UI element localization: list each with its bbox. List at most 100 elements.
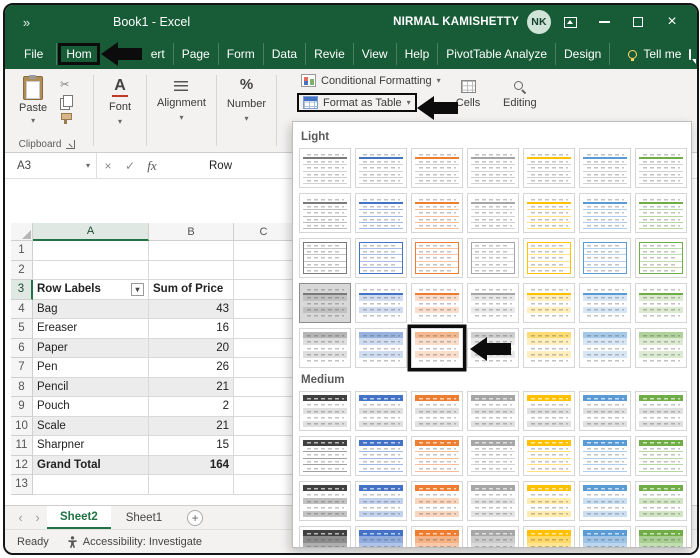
cell-b5[interactable]: 16 xyxy=(149,319,234,339)
sheet-tab-sheet2[interactable]: Sheet2 xyxy=(47,506,111,529)
accessibility-status[interactable]: Accessibility: Investigate xyxy=(67,536,202,548)
table-style-thumbnail-orange[interactable] xyxy=(411,148,463,188)
table-style-thumbnail-gray[interactable] xyxy=(467,391,519,431)
cell-b12[interactable]: 164 xyxy=(149,455,234,475)
table-style-thumbnail-blue[interactable] xyxy=(355,238,407,278)
table-style-thumbnail-green[interactable] xyxy=(635,283,687,323)
dialog-launcher-icon[interactable] xyxy=(66,140,76,149)
select-all-corner[interactable] xyxy=(11,223,33,241)
table-style-thumbnail-blue2[interactable] xyxy=(579,436,631,476)
sheet-tab-sheet1[interactable]: Sheet1 xyxy=(113,506,175,529)
table-style-thumbnail-blue2[interactable] xyxy=(579,193,631,233)
ribbon-tab-data[interactable]: Data xyxy=(264,43,307,65)
quick-access-toolbar-icon[interactable]: » xyxy=(15,15,39,30)
column-header-b[interactable]: B xyxy=(149,223,234,241)
filter-dropdown-button[interactable]: ▾ xyxy=(131,282,144,296)
cell-a1[interactable] xyxy=(33,241,149,261)
editing-group-button[interactable]: Editing xyxy=(493,69,547,111)
table-style-thumbnail-gray[interactable] xyxy=(467,238,519,278)
table-style-thumbnail-dark[interactable] xyxy=(299,328,351,368)
table-style-thumbnail-green[interactable] xyxy=(635,238,687,278)
close-button[interactable]: × xyxy=(657,9,687,35)
table-style-thumbnail-orange[interactable] xyxy=(411,283,463,323)
sheet-nav-left-icon[interactable]: ‹ xyxy=(13,510,28,525)
cell-c8[interactable] xyxy=(234,377,294,397)
table-style-thumbnail-yellow[interactable] xyxy=(523,193,575,233)
table-style-thumbnail-gray[interactable] xyxy=(467,436,519,476)
ribbon-tab-file[interactable]: File xyxy=(11,43,58,65)
table-style-thumbnail-dark[interactable] xyxy=(299,238,351,278)
table-style-thumbnail-gray[interactable] xyxy=(467,148,519,188)
cell-c11[interactable] xyxy=(234,436,294,456)
table-style-thumbnail-dark[interactable] xyxy=(299,148,351,188)
table-style-thumbnail-black[interactable] xyxy=(299,436,351,476)
row-number-2[interactable]: 2 xyxy=(11,260,33,280)
table-style-thumbnail-yellow[interactable] xyxy=(523,526,575,547)
table-style-thumbnail-blue2[interactable] xyxy=(579,148,631,188)
formula-content[interactable]: Row xyxy=(209,160,232,172)
table-style-thumbnail-orange[interactable] xyxy=(411,526,463,547)
cell-c7[interactable] xyxy=(234,358,294,378)
table-style-thumbnail-blue[interactable] xyxy=(355,481,407,521)
ribbon-tab-pivottable-analyze[interactable]: PivotTable Analyze xyxy=(438,43,556,65)
insert-function-icon[interactable]: fx xyxy=(141,158,163,174)
cell-c2[interactable] xyxy=(234,260,294,280)
cell-c4[interactable] xyxy=(234,299,294,319)
table-style-thumbnail-black[interactable] xyxy=(299,391,351,431)
paste-button[interactable]: Paste ▾ xyxy=(13,75,53,136)
cell-c10[interactable] xyxy=(234,416,294,436)
number-group-button[interactable]: % Number ▾ xyxy=(217,69,276,152)
table-style-thumbnail-gray[interactable] xyxy=(467,283,519,323)
cell-c3[interactable] xyxy=(234,280,294,300)
cell-a5[interactable]: Ereaser xyxy=(33,319,149,339)
row-number-13[interactable]: 13 xyxy=(11,475,33,495)
ribbon-display-options-button[interactable] xyxy=(555,9,585,35)
table-style-thumbnail-green[interactable] xyxy=(635,148,687,188)
table-style-thumbnail-orange[interactable] xyxy=(411,436,463,476)
table-style-thumbnail-yellow[interactable] xyxy=(523,481,575,521)
table-style-thumbnail-gray[interactable] xyxy=(467,193,519,233)
table-style-thumbnail-yellow[interactable] xyxy=(523,391,575,431)
cell-b1[interactable] xyxy=(149,241,234,261)
cell-b6[interactable]: 20 xyxy=(149,338,234,358)
cell-c6[interactable] xyxy=(234,338,294,358)
row-number-4[interactable]: 4 xyxy=(11,299,33,319)
row-number-8[interactable]: 8 xyxy=(11,377,33,397)
cell-a10[interactable]: Scale xyxy=(33,416,149,436)
cell-b4[interactable]: 43 xyxy=(149,299,234,319)
tell-me-button[interactable]: Tell me xyxy=(620,43,689,65)
row-number-10[interactable]: 10 xyxy=(11,416,33,436)
row-number-3[interactable]: 3 xyxy=(11,280,33,300)
cell-a12[interactable]: Grand Total xyxy=(33,455,149,475)
cell-c12[interactable] xyxy=(234,455,294,475)
cell-a9[interactable]: Pouch xyxy=(33,397,149,417)
cut-button[interactable]: ✂ xyxy=(60,78,69,91)
format-as-table-button[interactable]: Format as Table ▾ xyxy=(297,93,417,112)
alignment-group-button[interactable]: Alignment ▾ xyxy=(147,69,216,152)
minimize-button[interactable] xyxy=(589,9,619,35)
cell-c13[interactable] xyxy=(234,475,294,495)
row-number-11[interactable]: 11 xyxy=(11,436,33,456)
table-style-thumbnail-blue[interactable] xyxy=(355,148,407,188)
table-style-thumbnail-blue[interactable] xyxy=(355,391,407,431)
table-style-thumbnail-black[interactable] xyxy=(299,526,351,547)
cell-b7[interactable]: 26 xyxy=(149,358,234,378)
table-style-thumbnail-orange[interactable] xyxy=(411,193,463,233)
cell-b9[interactable]: 2 xyxy=(149,397,234,417)
comment-icon[interactable] xyxy=(689,48,697,64)
table-style-thumbnail-green[interactable] xyxy=(635,391,687,431)
row-number-1[interactable]: 1 xyxy=(11,241,33,261)
cell-a7[interactable]: Pen xyxy=(33,358,149,378)
table-style-thumbnail-blue[interactable] xyxy=(355,283,407,323)
table-style-thumbnail-blue[interactable] xyxy=(355,328,407,368)
row-number-9[interactable]: 9 xyxy=(11,397,33,417)
copy-button[interactable] xyxy=(60,95,74,110)
conditional-formatting-button[interactable]: Conditional Formatting ▾ xyxy=(297,72,445,89)
row-number-12[interactable]: 12 xyxy=(11,455,33,475)
column-header-a[interactable]: A xyxy=(33,223,149,241)
table-style-thumbnail-green[interactable] xyxy=(635,328,687,368)
table-style-thumbnail-orange[interactable] xyxy=(411,391,463,431)
cell-b13[interactable] xyxy=(149,475,234,495)
maximize-button[interactable] xyxy=(623,9,653,35)
table-style-thumbnail-blue2[interactable] xyxy=(579,481,631,521)
